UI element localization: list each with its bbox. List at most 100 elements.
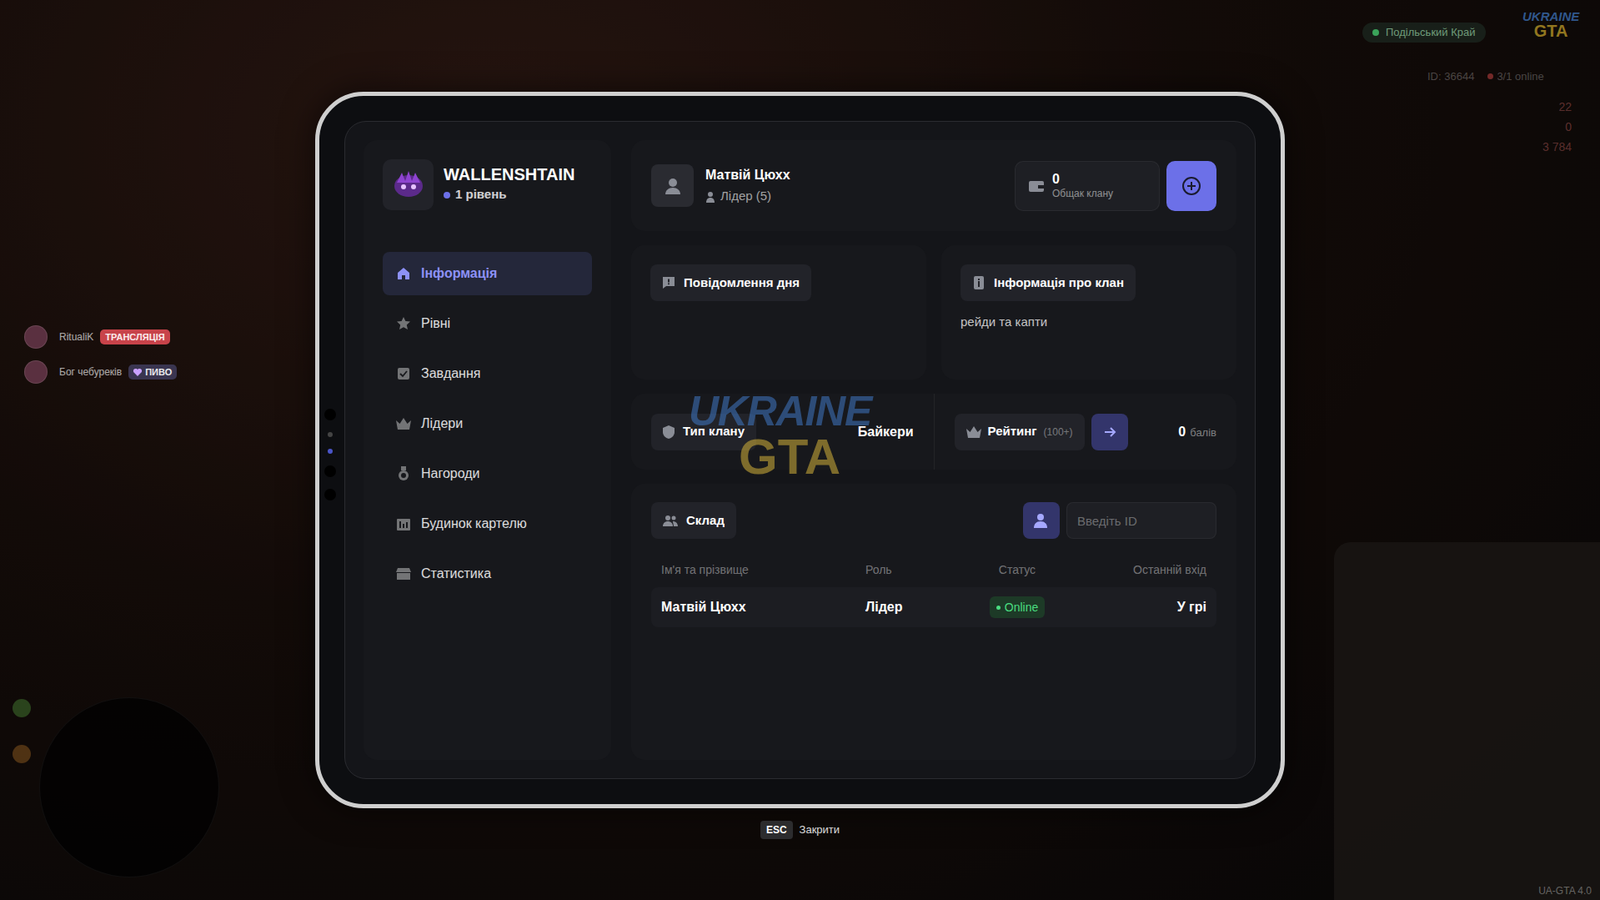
online-count: 3/1 online	[1487, 68, 1544, 86]
rating: Рейтинг (100+) 0 балів	[934, 393, 1238, 470]
members-header: Склад	[651, 501, 1217, 539]
message-icon	[662, 275, 676, 290]
arrow-right-icon	[1103, 425, 1117, 439]
member-name: Матвій Цюхх	[661, 596, 866, 617]
rating-label: Рейтинг	[988, 421, 1038, 442]
side-button	[327, 431, 333, 437]
plus-circle-icon	[1181, 175, 1202, 196]
points-value: 0	[1178, 421, 1186, 442]
leader-text: Матвій Цюхх Лідер (5)	[705, 165, 791, 206]
motd-title: Повідомлення дня	[683, 273, 800, 293]
sidebar-item[interactable]: Будинок картелю	[382, 501, 592, 546]
leader-avatar	[651, 164, 694, 207]
person-icon	[662, 175, 683, 196]
leader-card: Матвій Цюхх Лідер (5) 0 Общ	[631, 140, 1237, 231]
esc-key[interactable]: ESC	[760, 820, 793, 839]
divider	[933, 393, 935, 470]
type-label: Тип клану	[682, 421, 745, 442]
hud-stat: 0	[1564, 118, 1572, 136]
member-id-input[interactable]	[1066, 501, 1217, 539]
leader-role: Лідер (5)	[705, 186, 791, 206]
sidebar-item-label: Нагороди	[421, 463, 481, 484]
status-dot	[996, 605, 1001, 610]
stream-badge: ТРАНСЛЯЦІЯ	[100, 329, 170, 346]
sidebar-item-label: Завдання	[421, 363, 481, 384]
version-label: UA-GTA 4.0	[1538, 882, 1592, 898]
stream-name: Бог чебуреків	[59, 364, 122, 380]
sidebar-item-label: Статистика	[421, 563, 492, 584]
members-title: Склад	[686, 511, 725, 531]
side-button	[324, 408, 337, 421]
bank-area: 0 Общак клану	[1014, 160, 1217, 211]
bank-text: 0 Общак клану	[1052, 170, 1114, 201]
side-button	[324, 488, 337, 501]
info-cards: Повідомлення дня Інформація про клан рей…	[631, 245, 1237, 380]
stream-badge: ПИВО	[128, 364, 177, 381]
about-text: рейди та капти	[960, 312, 1048, 332]
sidebar-item-label: Рівні	[421, 313, 451, 334]
bank-box: 0 Общак клану	[1014, 160, 1160, 211]
clan-type: Тип клану Байкери	[631, 393, 934, 470]
bank-amount: 0	[1052, 170, 1114, 188]
members-card: Склад Ім'я та прізвищеРольСтатусОстанній…	[631, 483, 1237, 760]
sidebar-item[interactable]: Завдання	[382, 351, 592, 396]
hud-stat: 22	[1558, 98, 1572, 116]
type-rating-card: Тип клану Байкери Рейтинг (100+)	[631, 393, 1237, 470]
sidebar-item[interactable]: Статистика	[382, 551, 592, 596]
watermark-top: UKRAINE	[688, 390, 872, 432]
sidebar-item-label: Інформація	[421, 263, 497, 284]
sidebar-item[interactable]: Нагороди	[382, 451, 592, 496]
side-button	[327, 448, 333, 454]
sidebar-item[interactable]: Лідери	[382, 401, 592, 446]
tablet-screen: WALLENSHTAIN 1 рівень Інформація Рівні Зав…	[344, 120, 1256, 779]
stream-badge-text: ПИВО	[145, 365, 172, 380]
close-label: Закрити	[799, 821, 840, 838]
deposit-button[interactable]	[1166, 160, 1217, 211]
sidebar-item[interactable]: Інформація	[382, 251, 592, 296]
home-icon	[396, 265, 412, 281]
stream-badge-text: ТРАНСЛЯЦІЯ	[105, 330, 165, 345]
type-chip: Тип клану	[651, 413, 757, 451]
shield-icon	[662, 425, 675, 439]
level-dot	[443, 191, 451, 199]
hud-logo: UKRAINE GTA	[1522, 10, 1580, 40]
clan-info: WALLENSHTAIN 1 рівень	[443, 164, 575, 205]
hud-id-row: ID: 36644 3/1 online	[1427, 68, 1545, 86]
clan-header: WALLENSHTAIN 1 рівень	[382, 158, 592, 211]
clan-level-text: 1 рівень	[455, 185, 507, 205]
star-icon	[396, 315, 412, 332]
sidebar-menu: Інформація Рівні Завдання Лідери Нагороди Буд…	[382, 251, 592, 596]
table-row[interactable]: Матвій ЦюххЛідерOnlineУ грі	[651, 586, 1217, 627]
rating-chip: Рейтинг (100+)	[954, 413, 1085, 451]
logo-bottom: GTA	[1534, 22, 1569, 40]
leader-info: Матвій Цюхх Лідер (5)	[651, 164, 791, 207]
crown-icon	[966, 426, 982, 438]
tablet-layer: WALLENSHTAIN 1 рівень Інформація Рівні Зав…	[0, 0, 1600, 900]
chart-icon	[396, 566, 412, 582]
info-icon	[972, 275, 986, 290]
clan-name: WALLENSHTAIN	[443, 164, 575, 186]
table-body: Матвій ЦюххЛідерOnlineУ грі	[651, 586, 1217, 627]
stream-name: RitualiK	[59, 329, 94, 345]
stream-row: RitualiK ТРАНСЛЯЦІЯ	[24, 325, 177, 349]
logo-top: UKRAINE	[1522, 10, 1580, 23]
bank-label: Общак клану	[1052, 187, 1114, 201]
status-cell: Online	[973, 596, 1061, 618]
stream-avatar	[24, 325, 48, 349]
building-icon	[396, 516, 412, 532]
stream-avatar	[24, 360, 48, 384]
leader-role-text: Лідер (5)	[720, 186, 772, 206]
rating-button[interactable]	[1091, 413, 1129, 451]
sidebar-item[interactable]: Рівні	[382, 301, 592, 346]
main-column: Матвій Цюхх Лідер (5) 0 Общ	[631, 140, 1237, 760]
leader-name: Матвій Цюхх	[705, 165, 791, 186]
about-chip: Інформація про клан	[960, 264, 1136, 301]
online-dot	[1487, 73, 1494, 80]
status-text: Online	[1004, 598, 1039, 617]
members-table: Ім'я та прізвищеРольСтатусОстанній вхід …	[651, 555, 1217, 627]
clan-emblem-icon	[390, 165, 427, 203]
about-card: Інформація про клан рейди та капти	[941, 245, 1237, 380]
invite-button[interactable]	[1023, 501, 1060, 539]
type-value: Байкери	[857, 421, 914, 442]
hud-stat: 3 784	[1542, 138, 1572, 156]
